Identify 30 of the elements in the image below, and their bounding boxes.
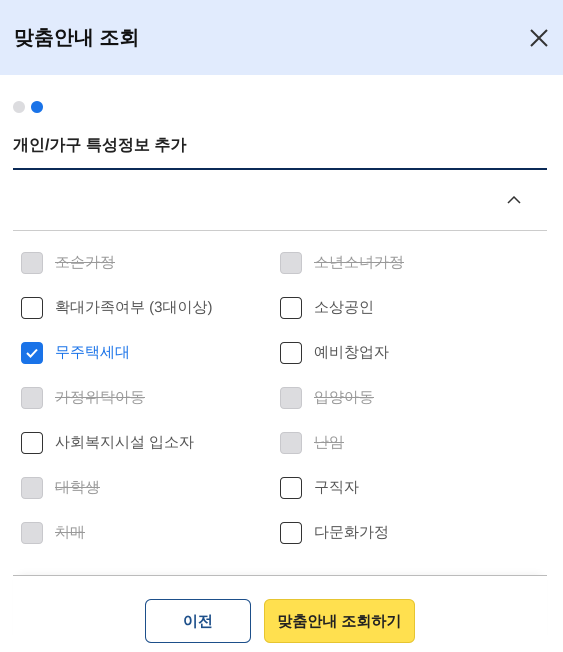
close-icon[interactable] (529, 28, 549, 48)
dialog-title: 맞춤안내 조회 (14, 26, 140, 51)
option-label: 구직자 (314, 478, 359, 497)
option-label: 난임 (314, 433, 344, 452)
search-button[interactable]: 맞춤안내 조회하기 (264, 599, 415, 643)
option-label: 무주택세대 (55, 343, 130, 362)
option-label: 소상공인 (314, 298, 374, 317)
step-dot[interactable] (31, 101, 43, 113)
checkbox[interactable] (280, 476, 302, 498)
option-label: 다문화가정 (314, 523, 389, 542)
option-label: 소년소녀가정 (314, 253, 404, 272)
step-dot[interactable] (13, 101, 25, 113)
option-label: 조손가정 (55, 253, 115, 272)
back-button[interactable]: 이전 (145, 599, 251, 643)
checkbox[interactable] (280, 342, 302, 364)
option-label: 치매 (55, 523, 85, 542)
checkbox[interactable] (21, 342, 43, 364)
option-label: 입양아동 (314, 388, 374, 407)
option-label: 예비창업자 (314, 343, 389, 362)
option-label: 확대가족여부 (3대이상) (55, 298, 212, 317)
option-label: 사회복지시설 입소자 (55, 433, 194, 452)
checkbox[interactable] (280, 522, 302, 544)
option-label: 가정위탁아동 (55, 388, 145, 407)
checkbox[interactable] (21, 432, 43, 454)
chevron-icon[interactable] (507, 196, 521, 204)
option-label: 대학생 (55, 478, 100, 497)
checkmark-icon (26, 348, 38, 358)
checkbox[interactable] (21, 296, 43, 318)
checkbox[interactable] (280, 296, 302, 318)
section-title: 개인/가구 특성정보 추가 (13, 135, 547, 170)
